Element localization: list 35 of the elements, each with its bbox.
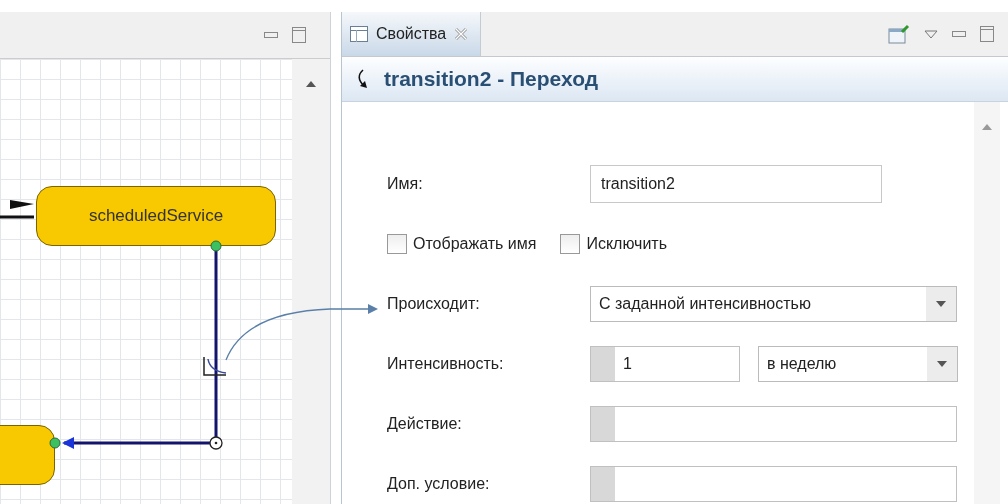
rate-field[interactable]: 1	[590, 346, 740, 382]
incoming-arrow	[0, 200, 34, 219]
junction-icon	[209, 436, 223, 450]
unit-dropdown[interactable]: в неделю	[758, 346, 958, 382]
scroll-up-icon[interactable]	[306, 81, 316, 87]
field-label: Происходит:	[387, 295, 481, 313]
caret-icon	[937, 361, 947, 367]
field-label: Доп. условие:	[387, 475, 491, 493]
checkbox-label: Отображать имя	[413, 235, 537, 253]
field-label: Имя:	[387, 175, 424, 193]
connection-point-icon	[210, 240, 222, 252]
state-node[interactable]: scheduledService	[36, 186, 276, 246]
state-node[interactable]	[0, 425, 55, 485]
name-field[interactable]: transition2	[590, 165, 882, 203]
checkbox[interactable]	[387, 234, 407, 254]
checkbox-label: Исключить	[586, 235, 668, 253]
close-icon[interactable]	[454, 27, 469, 41]
minimize-icon[interactable]	[264, 32, 278, 38]
field-label: Интенсивность:	[387, 355, 505, 373]
maximize-icon[interactable]	[292, 27, 306, 43]
connection-point-icon	[49, 437, 61, 449]
view-menu-icon[interactable]	[924, 29, 938, 39]
maximize-icon[interactable]	[980, 26, 994, 42]
minimize-icon[interactable]	[952, 31, 966, 37]
properties-tab[interactable]: Свойства	[342, 12, 482, 56]
field-label: Действие:	[387, 415, 463, 433]
code-field[interactable]	[590, 406, 957, 442]
panel-heading: transition2 - Переход	[384, 67, 599, 91]
table-icon	[350, 26, 368, 42]
checkbox[interactable]	[560, 234, 581, 254]
pin-window-icon[interactable]	[888, 24, 910, 44]
transition-icon	[203, 356, 227, 376]
code-field[interactable]	[590, 466, 957, 502]
dropdown[interactable]: С заданной интенсивностью	[590, 286, 957, 322]
caret-icon	[936, 301, 946, 307]
